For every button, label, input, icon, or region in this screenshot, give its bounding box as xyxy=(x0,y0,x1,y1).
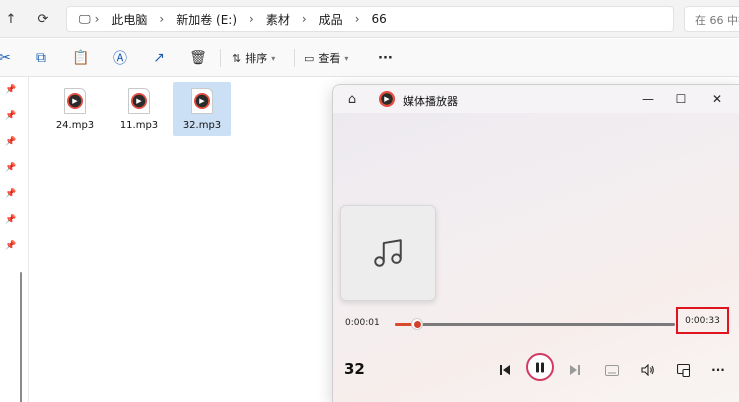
time-total: 0:00:33 xyxy=(685,315,720,326)
file-name: 32.mp3 xyxy=(182,120,222,131)
pane-divider[interactable] xyxy=(28,77,29,402)
minimize-button[interactable]: — xyxy=(638,90,658,108)
breadcrumb-66[interactable]: 66 xyxy=(364,12,395,26)
chevron-right-icon: › xyxy=(354,12,360,26)
time-total-highlight: 0:00:33 xyxy=(676,307,729,334)
pin-icon: 📌 xyxy=(5,189,17,199)
pause-icon xyxy=(536,362,544,372)
nav-scrollbar[interactable] xyxy=(20,272,22,402)
seek-track[interactable] xyxy=(395,323,675,326)
chevron-right-icon: › xyxy=(159,12,165,26)
breadcrumb-this-pc[interactable]: 此电脑 xyxy=(103,11,155,28)
media-player-window: ⌂ ▶ 媒体播放器 — ☐ ✕ 0:00:01 0:00:33 32 ··· xyxy=(332,84,739,402)
sort-icon: ⇅ xyxy=(232,51,242,65)
search-input[interactable]: 在 66 中搜 xyxy=(684,6,739,32)
volume-icon[interactable] xyxy=(638,360,658,380)
delete-icon[interactable]: 🗑 xyxy=(189,49,207,67)
music-note-icon xyxy=(374,239,402,267)
chevron-down-icon: ▾ xyxy=(271,53,276,63)
mp3-file-icon: ▶ xyxy=(64,88,86,114)
file-item[interactable]: ▶ 11.mp3 xyxy=(110,82,168,136)
track-title: 32 xyxy=(344,360,365,378)
chevron-down-icon: ▾ xyxy=(344,53,349,63)
cast-icon[interactable] xyxy=(673,360,693,380)
file-name: 24.mp3 xyxy=(55,120,95,131)
toolbar-divider xyxy=(294,49,295,67)
close-button[interactable]: ✕ xyxy=(707,90,727,108)
paste-icon[interactable]: 📋 xyxy=(72,49,90,67)
file-item[interactable]: ▶ 24.mp3 xyxy=(46,82,104,136)
mini-player-icon[interactable] xyxy=(602,360,622,380)
pin-icon: 📌 xyxy=(5,137,17,147)
player-title-bar[interactable]: ⌂ ▶ 媒体播放器 — ☐ ✕ xyxy=(333,85,739,113)
file-name: 11.mp3 xyxy=(119,120,159,131)
address-bar: ↑ ⟳ 🖵 › 此电脑 › 新加卷 (E:) › 素材 › 成品 › 66 在 … xyxy=(0,0,739,38)
navigation-pane: 📌 📌 📌 📌 📌 📌 📌 xyxy=(0,77,24,402)
cut-icon[interactable]: ✂ xyxy=(0,49,14,67)
app-title: 媒体播放器 xyxy=(403,95,458,108)
chevron-right-icon: › xyxy=(249,12,254,26)
breadcrumb-chengpin[interactable]: 成品 xyxy=(311,11,351,28)
file-item-selected[interactable]: ▶ 32.mp3 xyxy=(173,82,231,136)
monitor-icon: 🖵 xyxy=(79,11,91,26)
breadcrumb-sucai[interactable]: 素材 xyxy=(258,11,298,28)
up-arrow-icon[interactable]: ↑ xyxy=(0,8,22,30)
view-button[interactable]: ▭ 查看 ▾ xyxy=(304,49,348,67)
copy-icon[interactable]: ⧉ xyxy=(32,49,50,67)
home-icon[interactable]: ⌂ xyxy=(343,90,361,108)
sort-button[interactable]: ⇅ 排序 ▾ xyxy=(232,49,275,67)
playback-controls: 32 ··· xyxy=(333,349,739,391)
chevron-right-icon: › xyxy=(301,12,307,26)
sort-label: 排序 xyxy=(245,52,268,65)
next-track-icon[interactable] xyxy=(565,360,585,380)
view-label: 查看 xyxy=(318,52,341,65)
seek-thumb[interactable] xyxy=(411,318,424,330)
previous-track-icon[interactable] xyxy=(495,360,515,380)
pin-icon: 📌 xyxy=(5,85,17,95)
breadcrumb-drive-e[interactable]: 新加卷 (E:) xyxy=(168,11,245,28)
refresh-icon[interactable]: ⟳ xyxy=(32,8,54,30)
pin-icon: 📌 xyxy=(5,163,17,173)
pause-button[interactable] xyxy=(526,353,554,381)
album-art-placeholder xyxy=(340,205,436,301)
share-icon[interactable]: ↗ xyxy=(150,49,168,67)
chevron-right-icon: › xyxy=(94,12,100,26)
view-icon: ▭ xyxy=(304,51,315,65)
maximize-button[interactable]: ☐ xyxy=(671,90,691,108)
more-options-button[interactable]: ··· xyxy=(378,49,393,67)
pin-icon: 📌 xyxy=(5,215,17,225)
toolbar-divider xyxy=(220,49,221,67)
pin-icon: 📌 xyxy=(5,111,17,121)
mp3-file-icon: ▶ xyxy=(191,88,213,114)
more-options-icon[interactable]: ··· xyxy=(708,360,728,380)
command-bar: ✂ ⧉ 📋 Ⓐ ↗ 🗑 ⇅ 排序 ▾ ▭ 查看 ▾ ··· xyxy=(0,39,739,77)
media-player-app-icon: ▶ xyxy=(379,91,395,107)
pin-icon: 📌 xyxy=(5,241,17,251)
rename-icon[interactable]: Ⓐ xyxy=(111,49,129,67)
time-elapsed: 0:00:01 xyxy=(345,318,380,328)
mp3-file-icon: ▶ xyxy=(128,88,150,114)
breadcrumb[interactable]: 🖵 › 此电脑 › 新加卷 (E:) › 素材 › 成品 › 66 xyxy=(66,6,674,32)
